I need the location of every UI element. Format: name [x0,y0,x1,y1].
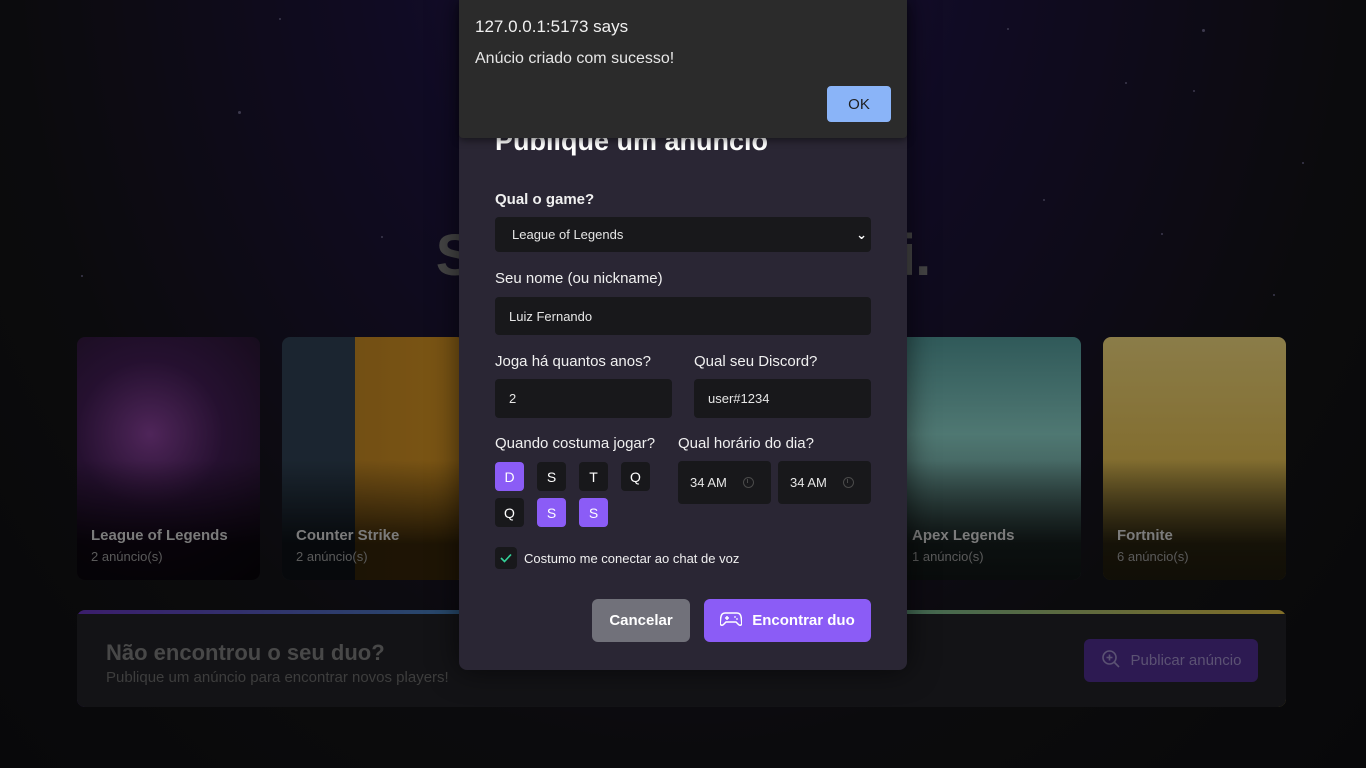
years-input[interactable]: 2 [495,379,672,418]
hour-end-input[interactable]: 34 AM [778,461,871,504]
weekday-toggle[interactable]: S [537,462,566,491]
gamepad-icon [719,611,743,631]
name-input[interactable]: Luiz Fernando [495,297,871,335]
weekday-toggle[interactable]: D [495,462,524,491]
game-select-value: League of Legends [512,227,624,242]
discord-input[interactable]: user#1234 [694,379,871,418]
game-label: Qual o game? [495,191,595,208]
clock-icon [742,477,754,488]
browser-alert-dialog: 127.0.0.1:5173 says Anúcio criado com su… [459,0,907,138]
days-label: Quando costuma jogar? [495,435,656,452]
find-duo-button[interactable]: Encontrar duo [704,599,871,642]
game-select[interactable]: League of Legends ⌄ [495,217,871,252]
alert-title: 127.0.0.1:5173 says [475,17,629,36]
voice-chat-label: Costumo me conectar ao chat de voz [524,551,740,566]
years-label: Joga há quantos anos? [495,353,651,370]
hour-end-value: 34 AM [790,475,827,490]
weekday-toggle[interactable]: Q [621,462,650,491]
weekday-toggle[interactable]: T [579,462,608,491]
cancel-button[interactable]: Cancelar [592,599,690,642]
chevron-down-icon: ⌄ [856,226,867,242]
weekday-toggle[interactable]: S [537,498,566,527]
hours-label: Qual horário do dia? [678,435,814,452]
hour-start-value: 34 AM [690,475,727,490]
weekday-toggle[interactable]: S [579,498,608,527]
alert-message: Anúcio criado com sucesso! [475,50,675,67]
find-duo-label: Encontrar duo [752,612,855,629]
name-label: Seu nome (ou nickname) [495,270,663,287]
hour-start-input[interactable]: 34 AM [678,461,771,504]
clock-icon [842,477,854,488]
check-icon [500,551,512,566]
discord-label: Qual seu Discord? [694,353,818,370]
voice-chat-checkbox[interactable] [495,547,517,569]
weekday-toggle[interactable]: Q [495,498,524,527]
alert-ok-button[interactable]: OK [827,86,891,122]
